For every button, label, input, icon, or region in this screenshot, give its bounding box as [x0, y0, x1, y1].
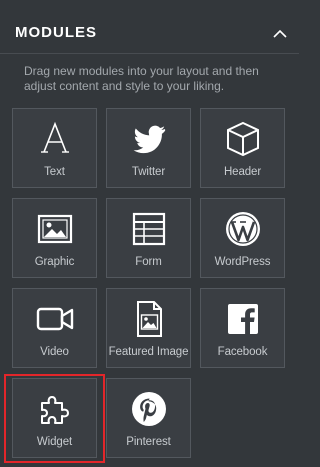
video-camera-icon [35, 299, 75, 339]
module-tile-featured-image[interactable]: Featured Image [106, 288, 191, 368]
module-label: Text [44, 166, 65, 178]
module-tile-facebook[interactable]: Facebook [200, 288, 285, 368]
module-label: Featured Image [108, 346, 189, 358]
module-tile-graphic[interactable]: Graphic [12, 198, 97, 278]
module-tile-wordpress[interactable]: WordPress [200, 198, 285, 278]
puzzle-piece-icon [35, 389, 75, 429]
cube-icon [223, 119, 263, 159]
module-label: Graphic [34, 256, 75, 268]
text-a-icon [35, 119, 75, 159]
image-icon [35, 209, 75, 249]
facebook-icon [223, 299, 263, 339]
module-tile-widget[interactable]: Widget [12, 378, 97, 458]
module-label: Header [223, 166, 262, 178]
module-tile-text[interactable]: Text [12, 108, 97, 188]
module-label: WordPress [214, 256, 271, 268]
modules-panel: MODULES Drag new modules into your layou… [0, 0, 299, 467]
module-label: Widget [36, 436, 73, 448]
module-label: Form [135, 256, 162, 268]
module-tile-header[interactable]: Header [200, 108, 285, 188]
module-label: Video [40, 346, 69, 358]
module-tile-twitter[interactable]: Twitter [106, 108, 191, 188]
module-label: Pinterest [126, 436, 171, 448]
modules-grid: Text Twitter Header Graphic Form WordPre… [0, 0, 299, 467]
module-tile-video[interactable]: Video [12, 288, 97, 368]
twitter-bird-icon [129, 119, 169, 159]
pinterest-icon [129, 389, 169, 429]
module-tile-pinterest[interactable]: Pinterest [106, 378, 191, 458]
featured-image-icon [129, 299, 169, 339]
module-tile-form[interactable]: Form [106, 198, 191, 278]
module-label: Facebook [217, 346, 268, 358]
wordpress-icon [223, 209, 263, 249]
table-icon [129, 209, 169, 249]
module-label: Twitter [131, 166, 166, 178]
